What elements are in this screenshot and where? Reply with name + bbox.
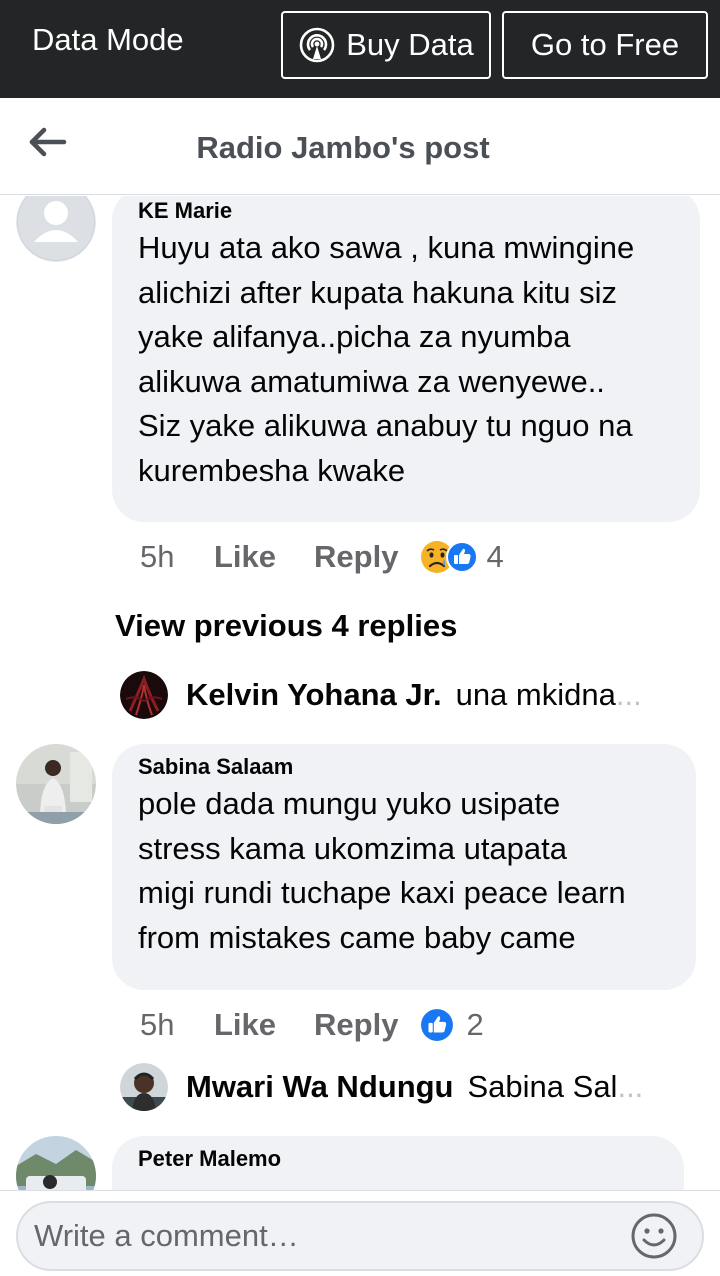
comment-time[interactable]: 5h bbox=[140, 539, 214, 575]
reactions-summary[interactable]: 2 bbox=[420, 1007, 484, 1043]
reply-text: una mkidna bbox=[455, 677, 616, 712]
comment-text: pole dada mungu yuko usipate stress kama… bbox=[138, 782, 670, 960]
profile-photo bbox=[120, 671, 168, 719]
comment-line: kurembesha kwake bbox=[138, 452, 406, 488]
avatar[interactable] bbox=[16, 1136, 96, 1190]
comment-time[interactable]: 5h bbox=[140, 1007, 214, 1043]
like-reaction-icon bbox=[421, 1009, 454, 1041]
broadcast-icon bbox=[299, 27, 335, 63]
like-reaction-icon bbox=[446, 541, 479, 573]
reactions-summary[interactable]: 4 bbox=[420, 539, 504, 575]
go-to-free-button[interactable]: Go to Free bbox=[502, 11, 708, 79]
buy-data-label: Buy Data bbox=[346, 27, 474, 62]
comment-bubble[interactable]: KE Marie Huyu ata ako sawa , kuna mwingi… bbox=[112, 196, 700, 522]
page-title: Radio Jambo's post bbox=[196, 130, 490, 165]
buy-data-button[interactable]: Buy Data bbox=[281, 11, 491, 79]
avatar[interactable] bbox=[120, 1063, 168, 1111]
like-button[interactable]: Like bbox=[214, 1007, 276, 1043]
reply-snippet: una mkidna... bbox=[456, 677, 642, 713]
reply-author[interactable]: Kelvin Yohana Jr. bbox=[186, 677, 442, 713]
profile-photo bbox=[16, 1136, 96, 1190]
comment-bubble[interactable]: Peter Malemo bbox=[112, 1136, 684, 1190]
reply-author[interactable]: Mwari Wa Ndungu bbox=[186, 1069, 454, 1105]
comment-line: pole dada mungu yuko usipate bbox=[138, 786, 561, 821]
reply-preview[interactable]: Mwari Wa Ndungu Sabina Sal... bbox=[120, 1062, 643, 1112]
reply-snippet: Sabina Sal... bbox=[468, 1069, 644, 1105]
comments-feed[interactable]: KE Marie Huyu ata ako sawa , kuna mwingi… bbox=[0, 196, 720, 1190]
reaction-count: 4 bbox=[486, 539, 504, 574]
emoji-icon[interactable] bbox=[630, 1212, 678, 1260]
reply-button[interactable]: Reply bbox=[314, 539, 398, 575]
reply-ellipsis: ... bbox=[617, 1069, 644, 1104]
comment-author[interactable]: Sabina Salaam bbox=[138, 752, 670, 782]
comment-line: alikuwa amatumiwa za wenyewe.. bbox=[138, 363, 605, 399]
reply-preview[interactable]: Kelvin Yohana Jr. una mkidna... bbox=[120, 670, 642, 720]
reply-text: Sabina Sal bbox=[467, 1069, 618, 1104]
comment-line: from mistakes came baby came bbox=[138, 919, 576, 955]
post-header: Radio Jambo's post bbox=[0, 98, 720, 195]
comment-bubble[interactable]: Sabina Salaam pole dada mungu yuko usipa… bbox=[112, 744, 696, 990]
view-previous-replies-link[interactable]: View previous 4 replies bbox=[115, 608, 457, 644]
reply-button[interactable]: Reply bbox=[314, 1007, 398, 1043]
comment-input[interactable] bbox=[16, 1201, 704, 1271]
comment-line: yake alifanya..picha za nyumba bbox=[138, 319, 571, 355]
go-to-free-label: Go to Free bbox=[530, 27, 680, 62]
avatar[interactable] bbox=[16, 744, 96, 824]
reaction-count: 2 bbox=[466, 1007, 484, 1042]
comment-author[interactable]: Peter Malemo bbox=[138, 1144, 658, 1174]
comment-actions: 5h Like Reply 2 bbox=[140, 1005, 484, 1045]
default-avatar-icon bbox=[16, 196, 96, 262]
comment-line: Huyu ata ako sawa , kuna mwingine bbox=[138, 230, 635, 265]
comment-line: migi rundi tuchape kaxi peace learn bbox=[138, 875, 626, 911]
comment-author[interactable]: KE Marie bbox=[138, 196, 674, 226]
data-mode-bar: Data Mode Buy Data Go to Free bbox=[0, 0, 720, 98]
comment-actions: 5h Like Reply 4 bbox=[140, 537, 504, 577]
comment-line: Siz yake alikuwa anabuy tu nguo na bbox=[138, 408, 633, 444]
profile-photo bbox=[16, 744, 96, 824]
like-button[interactable]: Like bbox=[214, 539, 276, 575]
profile-photo bbox=[120, 1063, 168, 1111]
comment-composer bbox=[0, 1190, 720, 1276]
data-mode-label: Data Mode bbox=[32, 22, 184, 57]
avatar[interactable] bbox=[120, 671, 168, 719]
comment-line: alichizi after kupata hakuna kitu siz bbox=[138, 274, 618, 310]
comment-text: Huyu ata ako sawa , kuna mwingine alichi… bbox=[138, 226, 674, 494]
avatar[interactable] bbox=[16, 196, 96, 262]
comment-line: stress kama ukomzima utapata bbox=[138, 830, 568, 866]
reply-ellipsis: ... bbox=[615, 677, 642, 712]
